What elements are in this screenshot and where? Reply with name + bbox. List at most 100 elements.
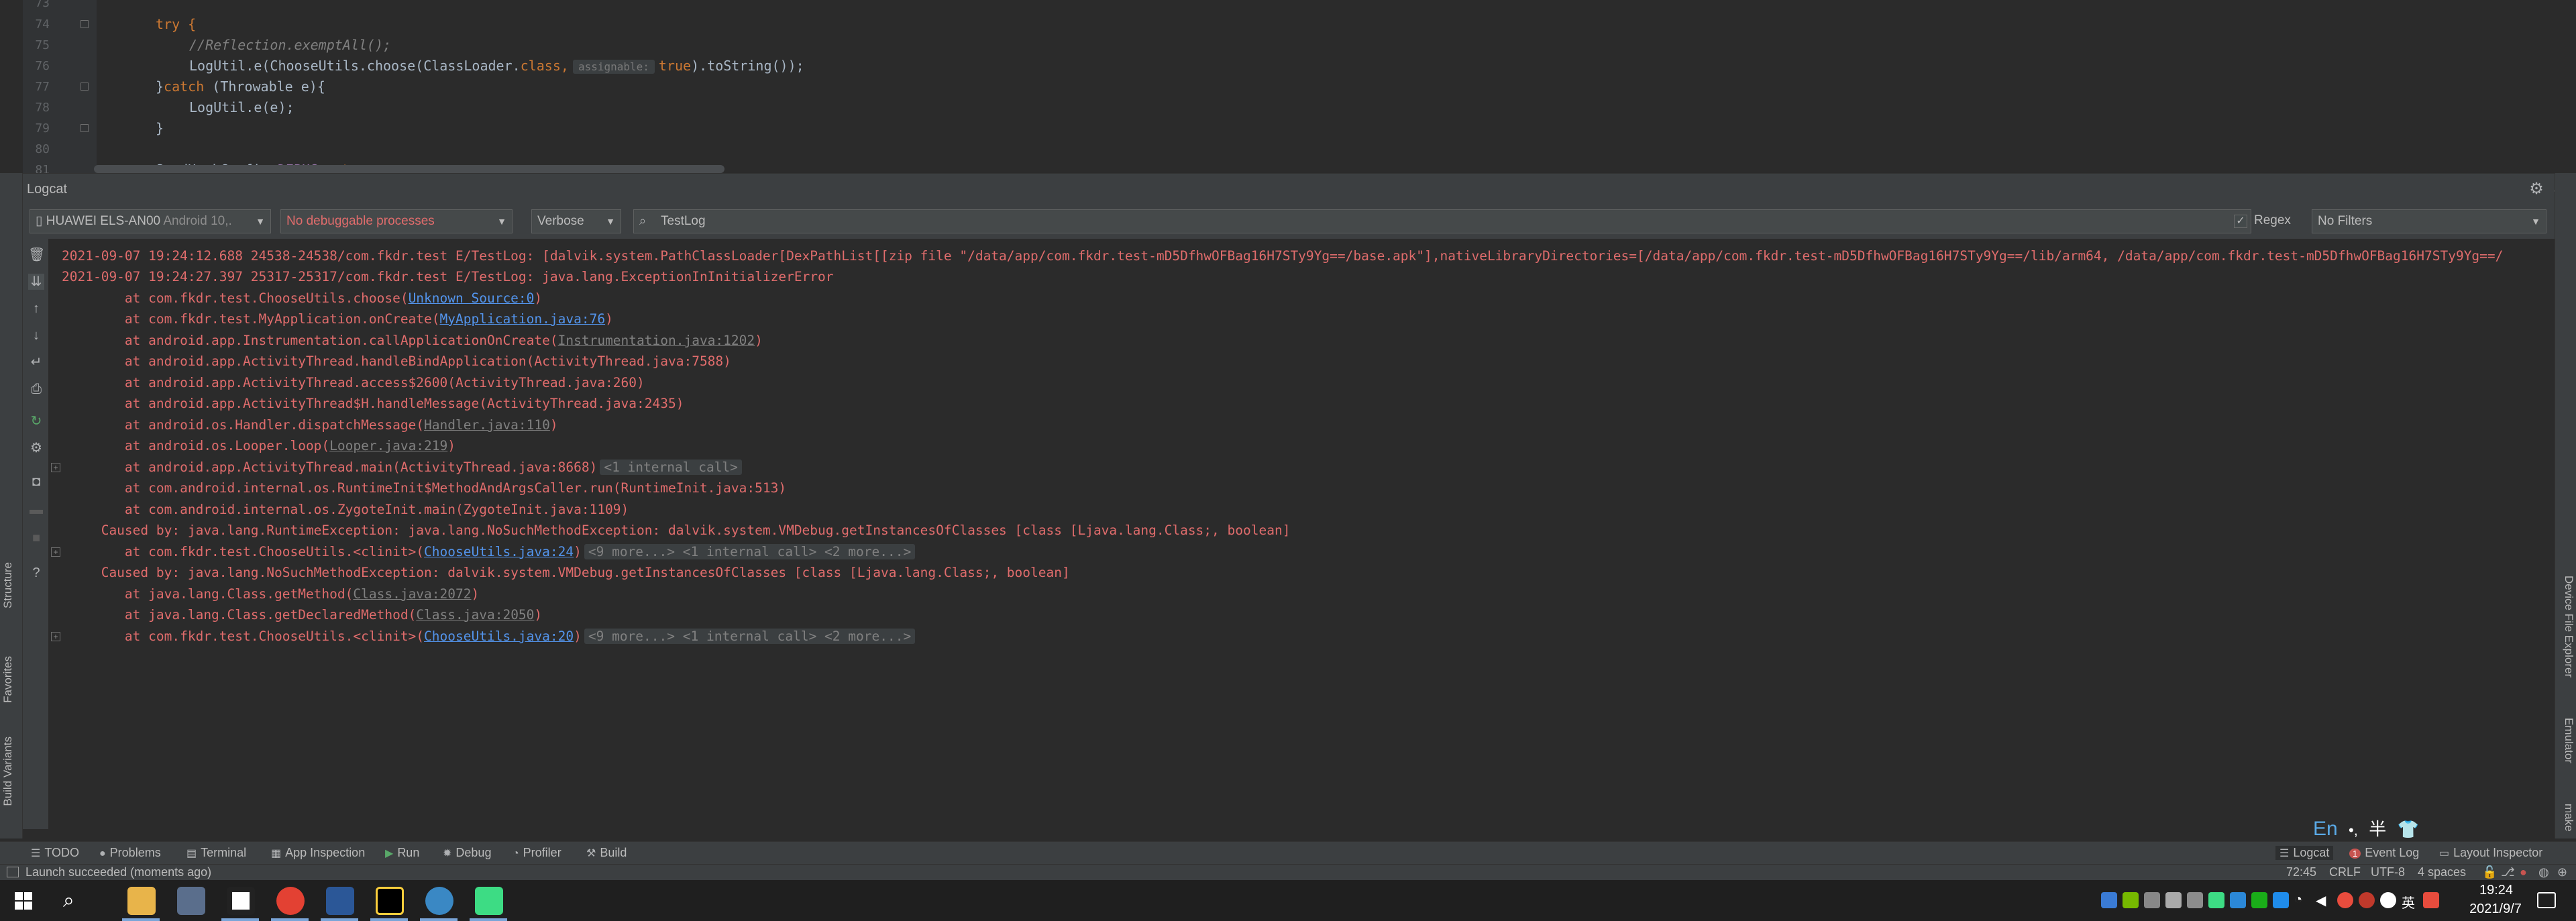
network-icon[interactable]: ◔ bbox=[2294, 892, 2310, 908]
input-language-indicator[interactable]: 英 bbox=[2402, 892, 2418, 911]
windows-start-icon[interactable] bbox=[15, 892, 32, 910]
source-link[interactable]: Looper.java:219 bbox=[329, 438, 447, 453]
error-icon[interactable]: ● bbox=[2520, 865, 2527, 879]
source-link[interactable]: ChooseUtils.java:24 bbox=[424, 544, 574, 559]
tab-run[interactable]: ▶ Run bbox=[385, 846, 419, 860]
print-icon[interactable]: ⎙ bbox=[28, 381, 44, 397]
line-separator[interactable]: CRLF bbox=[2329, 865, 2361, 879]
tray-app-icon[interactable] bbox=[2273, 892, 2289, 908]
scroll-to-end-icon[interactable]: ⇊ bbox=[28, 274, 44, 290]
tab-event-log[interactable]: 1 Event Log bbox=[2349, 846, 2419, 860]
ime-punctuation[interactable]: •, bbox=[2349, 822, 2358, 838]
logcat-output[interactable]: 2021-09-07 19:24:12.688 24538-24538/com.… bbox=[48, 239, 2555, 829]
lock-icon[interactable]: 🔓 bbox=[2482, 865, 2497, 879]
tab-structure[interactable]: Structure bbox=[1, 562, 21, 608]
git-icon[interactable]: ⎇ bbox=[2501, 865, 2515, 879]
trash-icon[interactable]: 🗑 bbox=[28, 247, 45, 263]
code-editor[interactable]: 73 74 75 76 77 78 79 80 81 try { //Refle… bbox=[0, 0, 2576, 173]
editor-horizontal-scrollbar[interactable] bbox=[94, 165, 724, 173]
log-level-dropdown[interactable]: Verbose ▼ bbox=[531, 209, 621, 233]
app-icon[interactable] bbox=[326, 887, 354, 915]
nvidia-icon[interactable] bbox=[2123, 892, 2139, 908]
tab-build-variants[interactable]: Build Variants bbox=[1, 737, 21, 806]
caret-position[interactable]: 72:45 bbox=[2286, 865, 2316, 879]
tab-emulator[interactable]: Emulator bbox=[2558, 718, 2575, 763]
tab-device-file-explorer[interactable]: Device File Explorer bbox=[2558, 576, 2575, 678]
ime-toolbar[interactable]: En •, 半 👕 bbox=[2313, 816, 2424, 843]
ime-skin-icon[interactable]: 👕 bbox=[2398, 819, 2419, 839]
source-link[interactable]: Class.java:2072 bbox=[353, 586, 471, 602]
tray-app-icon[interactable] bbox=[2144, 892, 2160, 908]
tray-app-icon[interactable] bbox=[2380, 892, 2396, 908]
notification-icon[interactable] bbox=[2537, 892, 2556, 908]
expand-icon[interactable]: + bbox=[51, 463, 60, 472]
tray-app-icon[interactable] bbox=[2230, 892, 2246, 908]
arrow-up-icon[interactable]: ↑ bbox=[28, 301, 44, 317]
restart-icon[interactable]: ↻ bbox=[28, 413, 44, 429]
help-icon[interactable]: ? bbox=[28, 565, 44, 581]
gear-icon[interactable]: ⚙ bbox=[2528, 180, 2545, 198]
android-icon[interactable] bbox=[2208, 892, 2224, 908]
tab-terminal[interactable]: ▤ Terminal bbox=[186, 846, 246, 860]
fold-marker-icon[interactable] bbox=[80, 83, 89, 91]
tray-app-icon[interactable] bbox=[2101, 892, 2117, 908]
tab-debug[interactable]: ✹ Debug bbox=[443, 846, 491, 860]
gear-icon[interactable]: ⚙ bbox=[28, 440, 44, 456]
filter-config-dropdown[interactable]: No Filters ▼ bbox=[2312, 209, 2546, 233]
source-link[interactable]: Unknown Source:0 bbox=[409, 290, 535, 306]
settings-icon[interactable]: ⊕ bbox=[2557, 865, 2567, 879]
file-explorer-icon[interactable] bbox=[127, 887, 156, 915]
source-link[interactable]: Class.java:2050 bbox=[416, 607, 534, 622]
tray-app-icon[interactable] bbox=[2165, 892, 2182, 908]
browser-icon[interactable] bbox=[425, 887, 453, 915]
ime-width[interactable]: 半 bbox=[2369, 819, 2386, 839]
intellij-icon[interactable] bbox=[376, 887, 404, 915]
chrome-icon[interactable] bbox=[276, 887, 305, 915]
tab-make[interactable]: make bbox=[2558, 804, 2575, 832]
arrow-down-icon[interactable]: ↓ bbox=[28, 327, 44, 343]
window-icon[interactable] bbox=[7, 867, 19, 877]
tab-build[interactable]: ⚒ Build bbox=[586, 846, 627, 860]
search-input[interactable] bbox=[661, 213, 2204, 230]
collapsed-frames[interactable]: <9 more...> <1 internal call> <2 more...… bbox=[584, 544, 916, 559]
file-encoding[interactable]: UTF-8 bbox=[2371, 865, 2405, 879]
tab-todo[interactable]: ☰ TODO bbox=[31, 846, 79, 860]
calculator-icon[interactable] bbox=[177, 887, 205, 915]
status-message[interactable]: Launch succeeded (moments ago) bbox=[25, 865, 211, 879]
clock-date[interactable]: 2021/9/7 bbox=[2455, 902, 2536, 917]
tab-layout-inspector[interactable]: ▭ Layout Inspector bbox=[2439, 846, 2542, 860]
tab-favorites[interactable]: Favorites bbox=[1, 656, 21, 703]
log-search-box[interactable]: ⌕ × bbox=[633, 209, 2251, 233]
tray-app-icon[interactable] bbox=[2187, 892, 2203, 908]
memory-icon[interactable]: ◍ bbox=[2538, 865, 2549, 879]
expand-icon[interactable]: + bbox=[51, 632, 60, 641]
indent-setting[interactable]: 4 spaces bbox=[2418, 865, 2466, 879]
fold-marker-icon[interactable] bbox=[80, 20, 89, 28]
tab-app-inspection[interactable]: ▦ App Inspection bbox=[271, 846, 365, 860]
camera-icon[interactable]: ◘ bbox=[28, 474, 44, 490]
tab-problems[interactable]: ● Problems bbox=[99, 846, 161, 860]
search-icon[interactable]: ⌕ bbox=[63, 889, 74, 912]
soft-wrap-icon[interactable]: ↵ bbox=[28, 354, 44, 370]
source-link[interactable]: Instrumentation.java:1202 bbox=[558, 333, 755, 348]
tab-logcat[interactable]: ☰ Logcat bbox=[2275, 846, 2334, 860]
ime-language[interactable]: En bbox=[2313, 818, 2338, 840]
source-link[interactable]: ChooseUtils.java:20 bbox=[424, 629, 574, 644]
source-link[interactable]: MyApplication.java:76 bbox=[440, 311, 606, 327]
tray-app-icon[interactable] bbox=[2337, 892, 2353, 908]
process-dropdown[interactable]: No debuggable processes ▼ bbox=[280, 209, 513, 233]
fold-marker-icon[interactable] bbox=[80, 124, 89, 132]
collapsed-frames[interactable]: <1 internal call> bbox=[600, 459, 742, 475]
tray-app-icon[interactable] bbox=[2359, 892, 2375, 908]
collapsed-frames[interactable]: <9 more...> <1 internal call> <2 more...… bbox=[584, 629, 916, 644]
android-studio-icon[interactable] bbox=[475, 887, 503, 915]
source-link[interactable]: Handler.java:110 bbox=[424, 417, 550, 433]
wechat-icon[interactable] bbox=[2251, 892, 2267, 908]
clock-time[interactable]: 19:24 bbox=[2466, 883, 2526, 898]
device-dropdown[interactable]: ▯ HUAWEI ELS-AN00 Android 10,. ▼ bbox=[30, 209, 271, 233]
app-icon[interactable] bbox=[227, 887, 255, 915]
volume-icon[interactable]: ◀ bbox=[2316, 892, 2332, 908]
tray-app-icon[interactable] bbox=[2423, 892, 2439, 908]
regex-checkbox[interactable]: ✓ bbox=[2234, 215, 2247, 228]
expand-icon[interactable]: + bbox=[51, 547, 60, 557]
